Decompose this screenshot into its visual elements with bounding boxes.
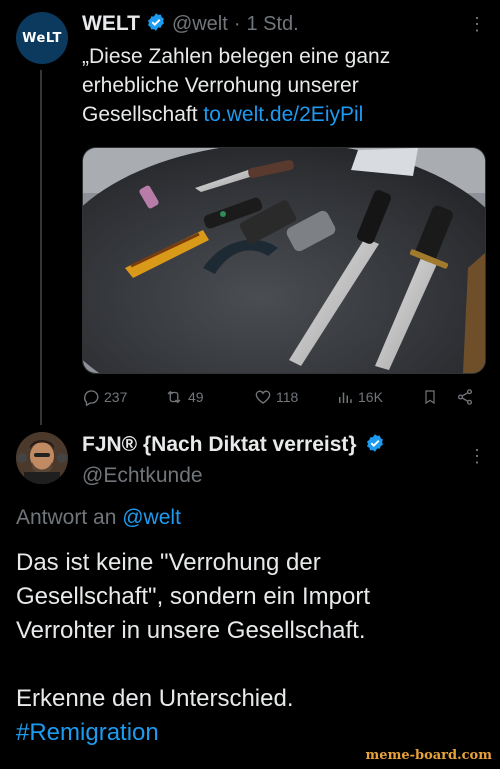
separator: ·: [233, 12, 241, 35]
reply-icon: [84, 390, 99, 406]
tweet-media-image[interactable]: [82, 147, 486, 374]
tweet-link[interactable]: to.welt.de/2EiyPil: [203, 103, 363, 126]
avatar-welt[interactable]: WeLT: [16, 12, 68, 64]
retweet-icon: [167, 390, 181, 404]
reply-context: Antwort an @welt: [16, 506, 181, 530]
retweet-count: 49: [188, 389, 204, 405]
retweet-button[interactable]: 49: [164, 388, 254, 406]
avatar-echtkunde[interactable]: [16, 432, 68, 484]
tweet-text-line: erhebliche Verrohung unserer: [82, 74, 359, 97]
verified-badge-icon: [146, 12, 166, 37]
hashtag-link[interactable]: #Remigration: [16, 716, 486, 750]
author-handle[interactable]: @welt: [172, 13, 228, 36]
tweet-text: „Diese Zahlen belegen eine ganz erheblic…: [82, 42, 482, 129]
timestamp[interactable]: 1 Std.: [246, 13, 298, 36]
reply-text-line: Gesellschaft", sondern ein Import: [16, 583, 371, 610]
reply-header: FJN® {Nach Diktat verreist}: [82, 430, 462, 460]
tweet-text-fragment: Gesellschaft: [82, 103, 198, 126]
reply-button[interactable]: 237: [82, 388, 164, 406]
view-count: 16K: [358, 389, 383, 405]
more-options-icon[interactable]: ⋮: [468, 446, 486, 467]
author-name[interactable]: FJN® {Nach Diktat verreist}: [82, 433, 357, 457]
bookmark-icon: [425, 390, 435, 405]
avatar-label: WeLT: [22, 30, 62, 46]
analytics-icon: [339, 392, 352, 403]
heart-icon: [255, 390, 271, 404]
reply-body: Das ist keine "Verrohung der Gesellschaf…: [16, 546, 486, 750]
knives-photo: [83, 148, 485, 373]
share-button[interactable]: [456, 388, 474, 406]
reply-prefix: Antwort an: [16, 506, 117, 529]
views-button[interactable]: 16K: [336, 388, 422, 406]
more-options-icon[interactable]: ⋮: [468, 14, 486, 35]
reply-text-line: Erkenne den Unterschied.: [16, 685, 294, 712]
tweet-text-line-with-link: Gesellschaft to.welt.de/2EiyPil: [82, 100, 482, 129]
bookmark-button[interactable]: [422, 388, 456, 406]
avatar-photo: [16, 432, 68, 484]
watermark: meme-board.com: [365, 748, 492, 763]
share-icon: [457, 389, 473, 405]
author-handle[interactable]: @Echtkunde: [82, 464, 203, 488]
thread-line: [40, 70, 42, 425]
like-count: 118: [276, 389, 299, 405]
reply-text-line: Das ist keine "Verrohung der: [16, 549, 321, 576]
author-name[interactable]: WELT: [82, 12, 140, 36]
reply-to-handle[interactable]: @welt: [122, 506, 181, 529]
reply-count: 237: [104, 389, 128, 405]
tweet-header: WELT @welt · 1 Std.: [82, 10, 462, 38]
like-button[interactable]: 118: [254, 388, 336, 406]
verified-badge-icon: [365, 433, 385, 458]
reply-text-line: Verrohter in unsere Gesellschaft.: [16, 617, 366, 644]
action-bar: 237 49 118 16K: [82, 385, 482, 409]
tweet-text-line: „Diese Zahlen belegen eine ganz: [82, 45, 391, 68]
